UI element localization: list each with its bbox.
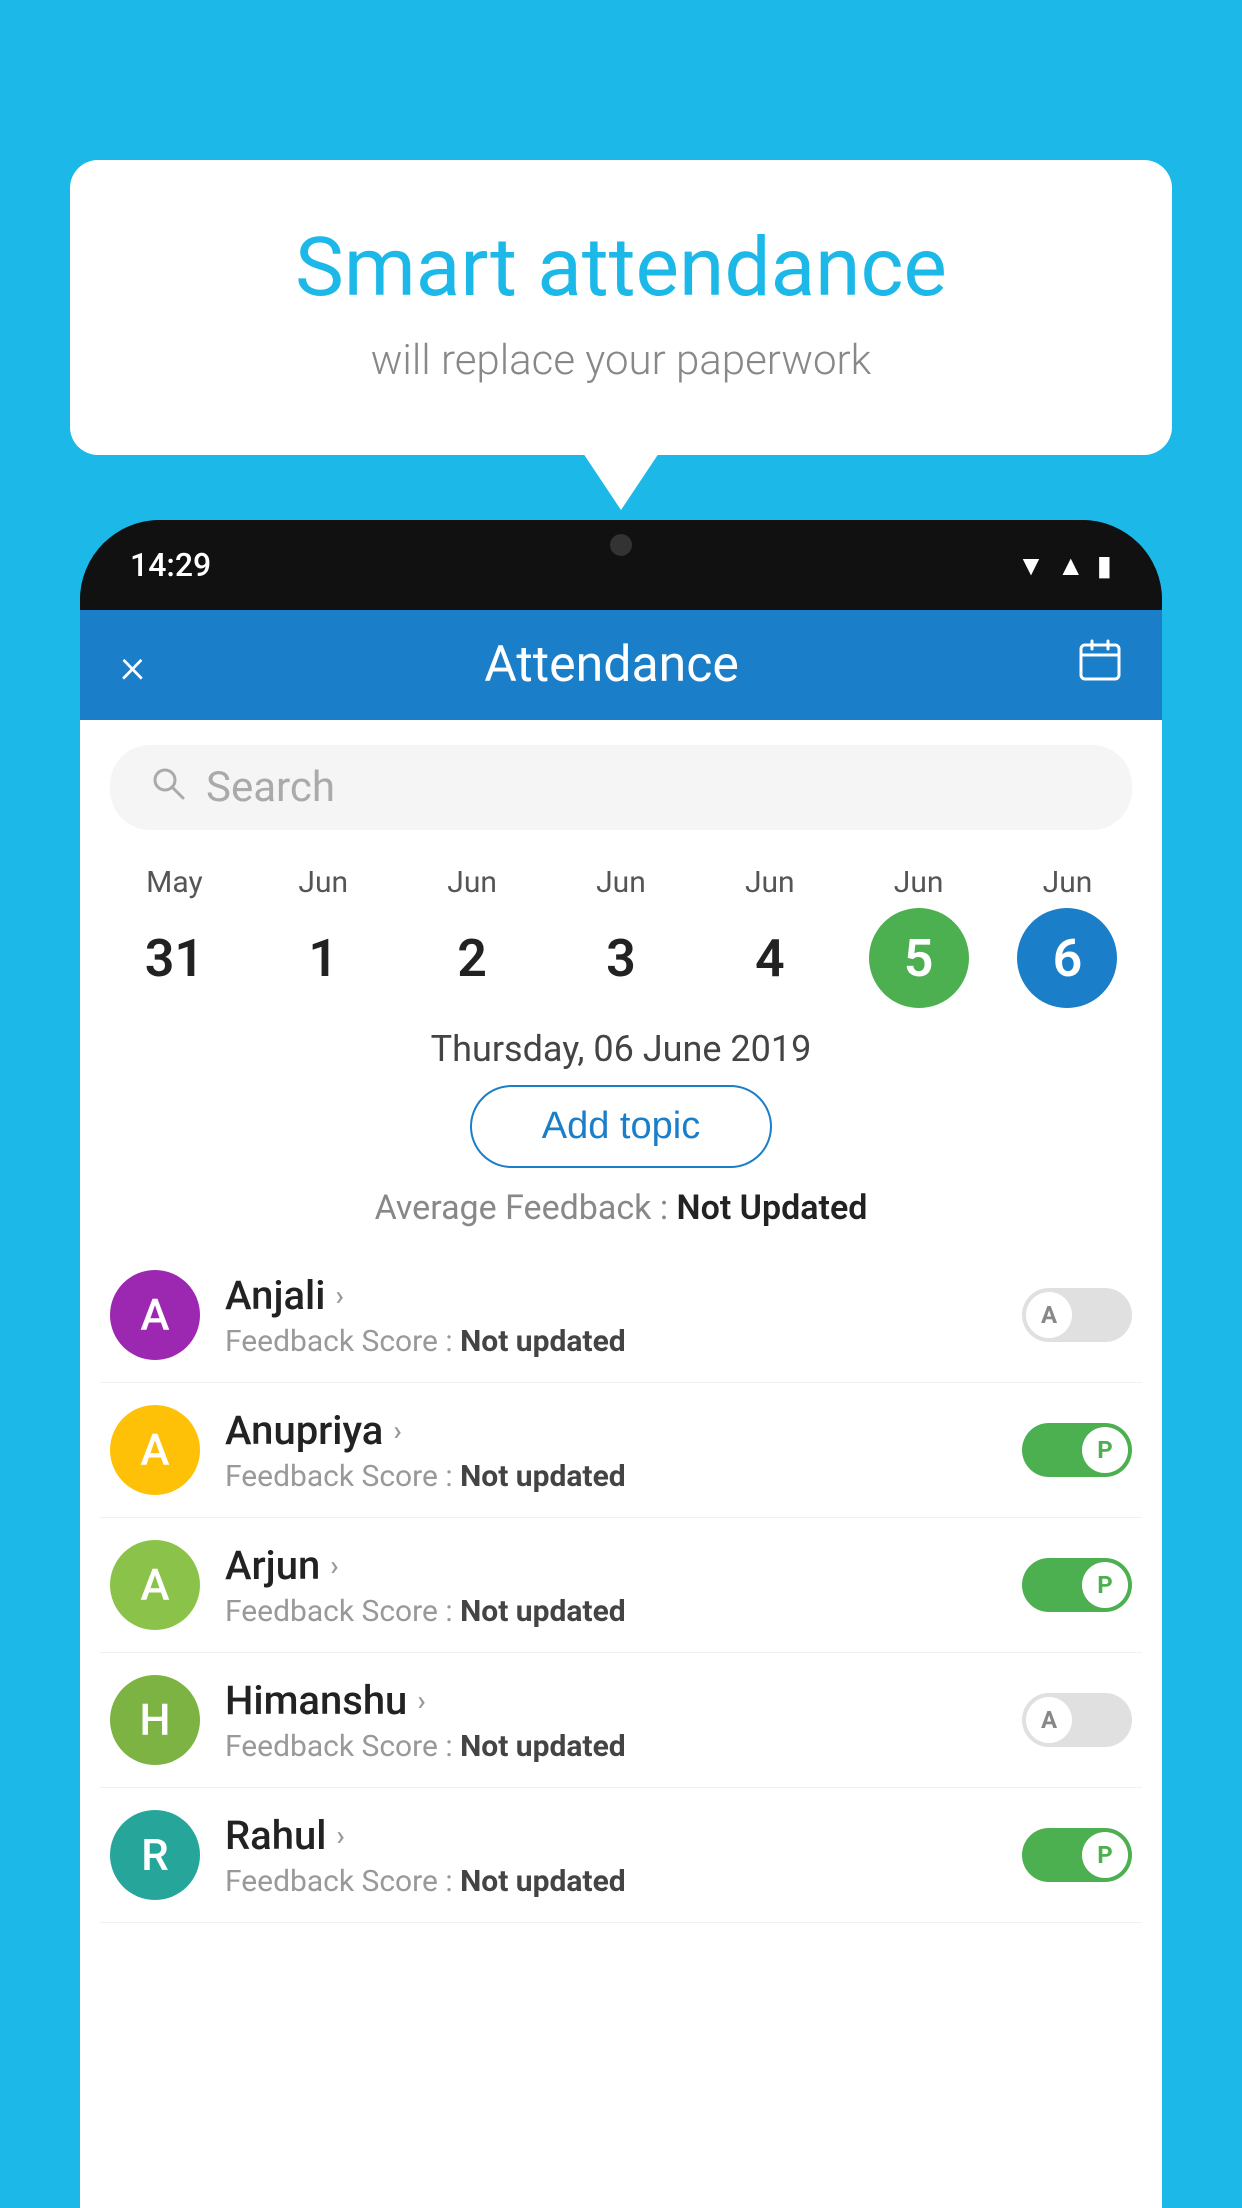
- cal-day[interactable]: 3: [571, 908, 671, 1008]
- attendance-toggle[interactable]: A: [1022, 1693, 1132, 1747]
- student-name: Himanshu ›: [225, 1677, 997, 1724]
- header-title: Attendance: [484, 636, 739, 694]
- add-topic-button[interactable]: Add topic: [470, 1085, 772, 1168]
- wifi-icon: ▼: [1017, 549, 1045, 582]
- cal-day[interactable]: 6: [1017, 908, 1117, 1008]
- avatar: A: [110, 1540, 200, 1630]
- camera-dot: [610, 534, 632, 556]
- cal-day[interactable]: 5: [869, 908, 969, 1008]
- cal-month: Jun: [894, 865, 944, 900]
- student-info: Arjun › Feedback Score : Not updated: [225, 1542, 997, 1629]
- student-name: Rahul ›: [225, 1812, 997, 1859]
- toggle-container[interactable]: A: [1022, 1288, 1132, 1342]
- toggle-container[interactable]: P: [1022, 1558, 1132, 1612]
- student-name: Anjali ›: [225, 1272, 997, 1319]
- student-item[interactable]: R Rahul › Feedback Score : Not updated P: [100, 1788, 1142, 1923]
- bubble-subtitle: will replace your paperwork: [150, 336, 1092, 385]
- chevron-icon: ›: [330, 1549, 338, 1582]
- student-info: Anupriya › Feedback Score : Not updated: [225, 1407, 997, 1494]
- speech-bubble: Smart attendance will replace your paper…: [70, 160, 1172, 455]
- chevron-icon: ›: [393, 1414, 401, 1447]
- signal-icon: ▲: [1057, 549, 1085, 582]
- cal-month: Jun: [447, 865, 497, 900]
- student-name: Arjun ›: [225, 1542, 997, 1589]
- status-bar: 14:29 ▼ ▲ ▮: [80, 520, 1162, 610]
- student-feedback: Feedback Score : Not updated: [225, 1729, 997, 1764]
- toggle-container[interactable]: P: [1022, 1828, 1132, 1882]
- toggle-knob: P: [1082, 1427, 1128, 1473]
- avatar: R: [110, 1810, 200, 1900]
- app-header: × Attendance: [80, 610, 1162, 720]
- status-icons: ▼ ▲ ▮: [1017, 549, 1112, 582]
- app-screen: × Attendance Search Ma: [80, 610, 1162, 2208]
- toggle-knob: A: [1026, 1292, 1072, 1338]
- avatar: A: [110, 1270, 200, 1360]
- avg-feedback-prefix: Average Feedback :: [375, 1188, 677, 1228]
- calendar-col[interactable]: Jun 6: [1002, 865, 1132, 1008]
- attendance-toggle[interactable]: P: [1022, 1423, 1132, 1477]
- cal-month: Jun: [745, 865, 795, 900]
- bubble-title: Smart attendance: [150, 220, 1092, 316]
- selected-date-label: Thursday, 06 June 2019: [80, 1028, 1162, 1070]
- student-feedback: Feedback Score : Not updated: [225, 1864, 997, 1899]
- speech-bubble-container: Smart attendance will replace your paper…: [70, 160, 1172, 455]
- toggle-knob: A: [1026, 1697, 1072, 1743]
- toggle-knob: P: [1082, 1832, 1128, 1878]
- avatar: A: [110, 1405, 200, 1495]
- student-feedback: Feedback Score : Not updated: [225, 1594, 997, 1629]
- status-time: 14:29: [130, 546, 211, 584]
- cal-day[interactable]: 4: [720, 908, 820, 1008]
- calendar-col[interactable]: Jun 1: [258, 865, 388, 1008]
- avatar: H: [110, 1675, 200, 1765]
- calendar-icon[interactable]: [1078, 638, 1122, 693]
- student-item[interactable]: A Anupriya › Feedback Score : Not updated P: [100, 1383, 1142, 1518]
- chevron-icon: ›: [335, 1279, 343, 1312]
- student-item[interactable]: H Himanshu › Feedback Score : Not updated A: [100, 1653, 1142, 1788]
- avg-feedback-value: Not Updated: [677, 1188, 868, 1228]
- toggle-container[interactable]: P: [1022, 1423, 1132, 1477]
- calendar-col[interactable]: Jun 5: [854, 865, 984, 1008]
- student-feedback: Feedback Score : Not updated: [225, 1459, 997, 1494]
- battery-icon: ▮: [1097, 549, 1112, 582]
- search-placeholder: Search: [206, 763, 335, 812]
- notch: [556, 520, 686, 570]
- toggle-knob: P: [1082, 1562, 1128, 1608]
- cal-day[interactable]: 2: [422, 908, 522, 1008]
- calendar-col[interactable]: May 31: [109, 865, 239, 1008]
- student-list: AAnjali ›Feedback Score : Not updatedAAA…: [80, 1248, 1162, 1923]
- student-item[interactable]: A Arjun › Feedback Score : Not updated P: [100, 1518, 1142, 1653]
- attendance-toggle[interactable]: P: [1022, 1828, 1132, 1882]
- phone-frame: 14:29 ▼ ▲ ▮ × Attendance: [80, 520, 1162, 2208]
- calendar-col[interactable]: Jun 4: [705, 865, 835, 1008]
- toggle-container[interactable]: A: [1022, 1693, 1132, 1747]
- cal-month: May: [146, 865, 202, 900]
- student-info: Himanshu › Feedback Score : Not updated: [225, 1677, 997, 1764]
- search-icon: [150, 765, 186, 810]
- search-bar[interactable]: Search: [110, 745, 1132, 830]
- chevron-icon: ›: [336, 1819, 344, 1852]
- calendar-col[interactable]: Jun 3: [556, 865, 686, 1008]
- cal-month: Jun: [596, 865, 646, 900]
- attendance-toggle[interactable]: A: [1022, 1288, 1132, 1342]
- student-item[interactable]: A Anjali › Feedback Score : Not updated A: [100, 1248, 1142, 1383]
- cal-day[interactable]: 31: [124, 908, 224, 1008]
- avg-feedback: Average Feedback : Not Updated: [80, 1188, 1162, 1228]
- cal-month: Jun: [298, 865, 348, 900]
- close-button[interactable]: ×: [120, 637, 145, 694]
- cal-month: Jun: [1043, 865, 1093, 900]
- attendance-toggle[interactable]: P: [1022, 1558, 1132, 1612]
- calendar-dates: May 31 Jun 1 Jun 2 Jun 3 Jun 4 Jun 5 Jun 6: [80, 855, 1162, 1008]
- chevron-icon: ›: [417, 1684, 425, 1717]
- student-name: Anupriya ›: [225, 1407, 997, 1454]
- student-info: Rahul › Feedback Score : Not updated: [225, 1812, 997, 1899]
- cal-day[interactable]: 1: [273, 908, 373, 1008]
- student-info: Anjali › Feedback Score : Not updated: [225, 1272, 997, 1359]
- calendar-col[interactable]: Jun 2: [407, 865, 537, 1008]
- student-feedback: Feedback Score : Not updated: [225, 1324, 997, 1359]
